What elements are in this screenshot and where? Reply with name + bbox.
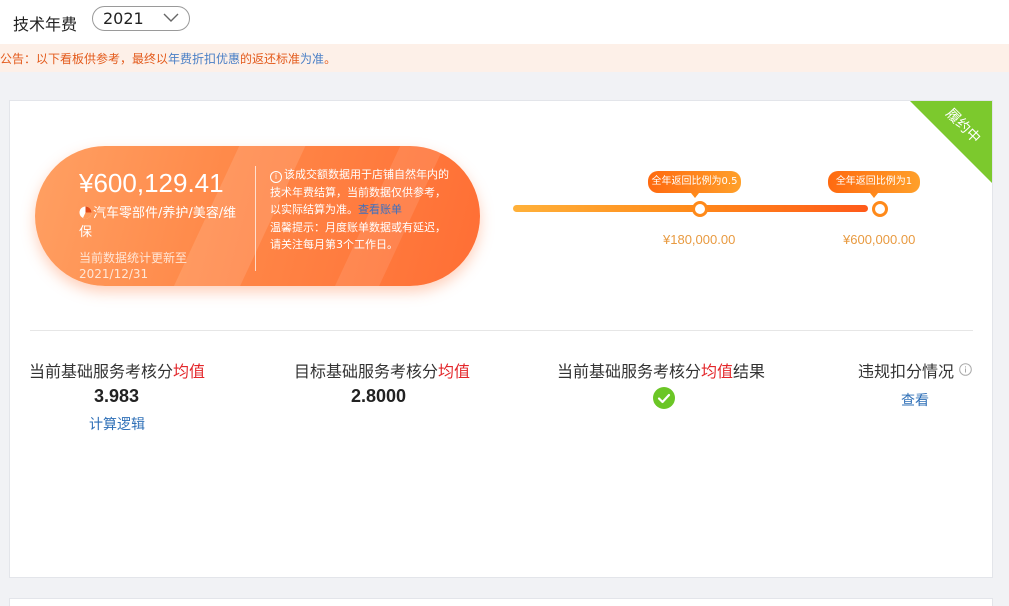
check-icon [653,387,675,409]
stat-label-target-score-pre: 目标基础服务考核分 [294,362,439,381]
milestone-tag-1: 全年返回比例为0.5 [648,171,741,198]
milestone-node-2 [872,201,888,217]
stat-label-target-score-red: 均值 [438,362,471,381]
revenue-summary-pill: ¥600,129.41 汽车零部件/养护/美容/维保 当前数据统计更新至2021… [35,146,480,286]
view-bill-link[interactable]: 查看账单 [358,203,402,216]
year-select[interactable]: 2021 [92,6,190,31]
stat-label-score-result-red: 均值 [701,362,734,381]
stat-label-target-score: 目标基础服务考核分均值 [294,358,470,382]
pill-divider [255,166,256,271]
updated-at: 当前数据统计更新至2021/12/31 [79,251,188,281]
stat-label-current-score-pre: 当前基础服务考核分 [29,362,174,381]
milestone-value-2: ¥600,000.00 [843,232,916,247]
chevron-down-icon [163,13,179,22]
stat-label-violations-text: 违规扣分情况 [858,362,955,381]
revenue-description: i 该成交额数据用于店铺自然年内的技术年费结算，当前数据仅供参考，以实际结算为准。… [270,166,450,254]
calc-logic-link[interactable]: 计算逻辑 [89,414,145,434]
notice-bar: 公告：以下看板供参考，最终以年费折扣优惠的返还标准为准。 [0,44,1009,72]
stat-label-violations: 违规扣分情况 [858,358,972,382]
annual-fee-card: 履约中 ¥600,129.41 汽车零部件/养护/美容/维保 当前数据统计更新至… [9,100,993,578]
notice-link-discount[interactable]: 年费折扣优惠 [168,52,240,66]
view-violations-link[interactable]: 查看 [901,390,929,410]
notice-mid: 的返还标准 [240,52,301,66]
milestone-node-1 [692,201,708,217]
stat-label-score-result-post: 结果 [733,362,766,381]
category-label: 汽车零部件/养护/美容/维保 [79,204,249,242]
milestone-value-1: ¥180,000.00 [663,232,736,247]
section-divider [30,330,973,331]
stat-value-target-score: 2.8000 [351,386,407,406]
notice-suffix: 。 [324,52,337,66]
stat-label-score-result-pre: 当前基础服务考核分 [557,362,702,381]
next-card-edge [9,598,993,606]
desc-tip: 温馨提示：月度账单数据或有延迟，请关注每月第3个工作日。 [270,220,446,252]
progress-bar [513,205,868,212]
stat-value-current-score: 3.983 [94,386,140,406]
revenue-amount: ¥600,129.41 [79,168,224,198]
stat-label-current-score-red: 均值 [173,362,206,381]
milestone-label-2: 全年返回比例为1 [835,176,913,187]
notice-prefix: 公告：以下看板供参考，最终以 [0,52,169,66]
notice-link-standard[interactable]: 为准 [300,52,324,66]
stat-label-score-result: 当前基础服务考核分均值结果 [557,358,765,382]
milestone-label-1: 全年返回比例为0.5 [651,176,738,187]
category-text: 汽车零部件/养护/美容/维保 [79,206,237,240]
stat-label-current-score: 当前基础服务考核分均值 [29,358,205,382]
year-value: 2021 [103,9,144,28]
status-ribbon: 履约中 [910,101,992,183]
milestone-tag-2: 全年返回比例为1 [828,171,920,198]
top-bar: 技术年费 2021 [0,0,1009,44]
info-icon: i [270,171,282,183]
help-icon[interactable] [959,363,972,376]
pie-chart-icon [79,206,92,219]
page-title: 技术年费 [13,15,78,34]
